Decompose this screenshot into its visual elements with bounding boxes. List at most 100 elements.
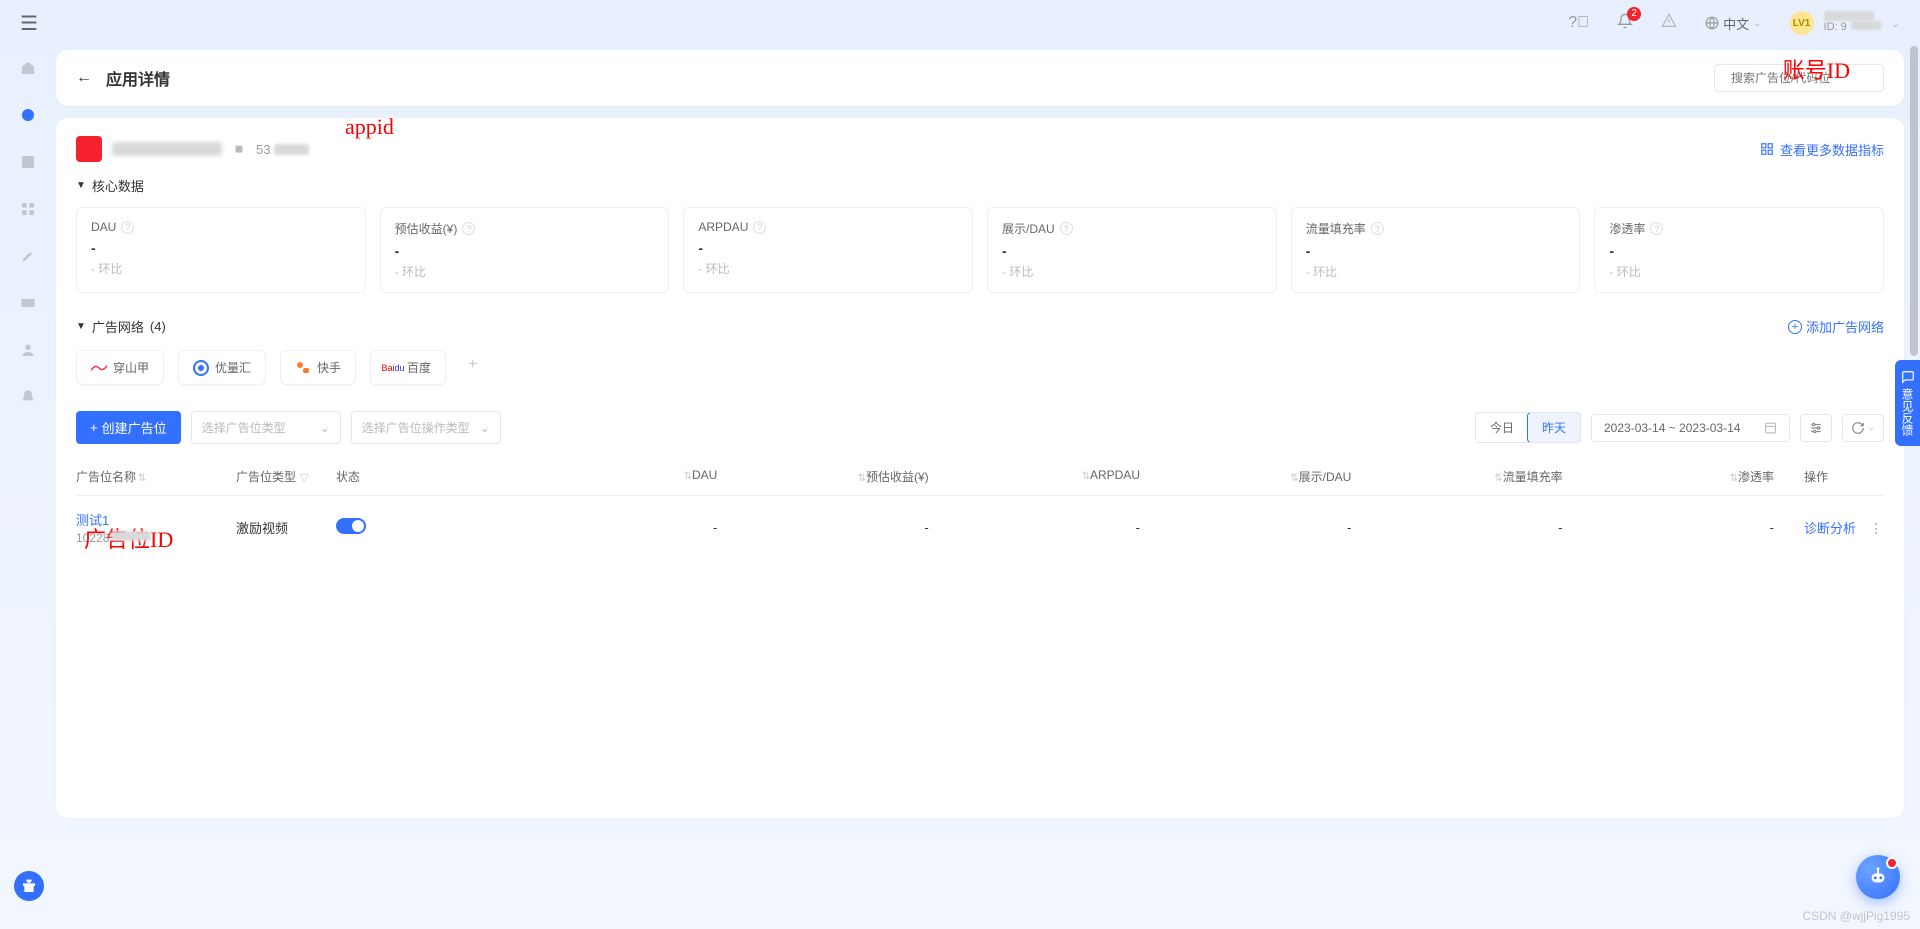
network-chip-pangle[interactable]: 穿山甲 xyxy=(76,350,164,385)
caret-down-icon: ▼ xyxy=(76,180,86,191)
metric-card-fill-rate: 流量填充率? - - 环比 xyxy=(1291,207,1581,293)
warning-icon[interactable] xyxy=(1661,13,1677,34)
help-icon[interactable]: ? xyxy=(1060,222,1073,235)
help-icon[interactable]: ? xyxy=(1371,222,1384,235)
nav-home-icon[interactable] xyxy=(20,60,36,81)
plus-circle-icon: + xyxy=(1788,320,1802,334)
ad-slot-name-link[interactable]: 测试1 xyxy=(76,510,236,529)
nav-user-icon[interactable] xyxy=(20,342,36,363)
nav-brush-icon[interactable] xyxy=(20,248,36,269)
search-box[interactable] xyxy=(1714,64,1884,92)
language-label: 中文 xyxy=(1723,14,1749,33)
metric-card-penetration: 渗透率? - - 环比 xyxy=(1594,207,1884,293)
sort-icon[interactable]: ⇅ xyxy=(684,471,692,482)
back-arrow-icon[interactable]: ← xyxy=(76,69,92,87)
select-op-type[interactable]: 选择广告位操作类型 ⌄ xyxy=(351,411,501,444)
level-badge: LV1 xyxy=(1790,11,1814,35)
nav-bell-icon[interactable] xyxy=(20,389,36,410)
sort-icon[interactable]: ⇅ xyxy=(1494,473,1502,484)
network-chip-baidu[interactable]: Baidu 百度 xyxy=(370,350,446,385)
network-chip-kuaishou[interactable]: 快手 xyxy=(280,350,356,385)
ad-slot-id-prefix: 10228 xyxy=(76,531,109,545)
user-id-prefix: ID: 9 xyxy=(1824,21,1847,34)
app-id-blurred xyxy=(274,144,309,155)
metric-card-arpdau: ARPDAU? - - 环比 xyxy=(683,207,973,293)
metric-card-revenue: 预估收益(¥)? - - 环比 xyxy=(380,207,670,293)
ad-network-count: (4) xyxy=(150,319,166,334)
page-title: 应用详情 xyxy=(106,66,170,90)
language-selector[interactable]: 中文 ⌄ xyxy=(1705,14,1761,33)
user-menu[interactable]: LV1 ID: 9 ⌄ xyxy=(1790,11,1900,35)
user-name-blurred xyxy=(1824,11,1874,21)
more-icon[interactable]: ⋮ xyxy=(1870,521,1883,536)
help-icon[interactable]: ? xyxy=(121,221,134,234)
nav-grid-icon[interactable] xyxy=(20,201,36,222)
gift-button[interactable] xyxy=(14,871,44,901)
sort-icon[interactable]: ⇅ xyxy=(1730,473,1738,484)
core-data-label: 核心数据 xyxy=(92,176,144,195)
refresh-icon-button[interactable]: ⌄ xyxy=(1842,414,1884,442)
app-icon xyxy=(76,136,102,162)
status-toggle[interactable] xyxy=(336,518,366,534)
chatbot-button[interactable] xyxy=(1856,855,1900,899)
core-data-toggle[interactable]: ▼ 核心数据 xyxy=(76,176,1884,195)
chevron-down-icon: ⌄ xyxy=(1753,18,1761,29)
seg-yesterday[interactable]: 昨天 xyxy=(1527,412,1581,443)
network-chip-ylh[interactable]: 优量汇 xyxy=(178,350,266,385)
chevron-down-icon: ⌄ xyxy=(480,421,490,435)
page-header: ← 应用详情 xyxy=(56,50,1904,106)
nav-app-icon[interactable] xyxy=(20,107,36,128)
grid-icon xyxy=(1760,142,1774,156)
add-network-link[interactable]: + 添加广告网络 xyxy=(1788,317,1884,336)
help-icon[interactable]: ? xyxy=(753,221,766,234)
pangle-icon xyxy=(91,360,107,376)
android-icon xyxy=(232,141,246,158)
filter-icon[interactable]: ▽ xyxy=(300,472,308,484)
app-id-prefix: 53 xyxy=(256,142,270,157)
ad-slot-table: 广告位名称⇅ 广告位类型▽ 状态 ⇅DAU ⇅预估收益(¥) ⇅ARPDAU ⇅… xyxy=(76,458,1884,559)
ad-network-toggle[interactable]: ▼ 广告网络 (4) xyxy=(76,317,166,336)
add-network-label: 添加广告网络 xyxy=(1806,317,1884,336)
bell-icon[interactable]: 2 xyxy=(1617,13,1633,34)
date-range-picker[interactable]: 2023-03-14 ~ 2023-03-14 xyxy=(1591,414,1790,442)
metric-card-show-dau: 展示/DAU? - - 环比 xyxy=(987,207,1277,293)
sort-icon[interactable]: ⇅ xyxy=(858,473,866,484)
kuaishou-icon xyxy=(295,360,311,376)
search-input[interactable] xyxy=(1731,71,1886,85)
app-name-blurred xyxy=(112,142,222,156)
create-ad-slot-button[interactable]: + 创建广告位 xyxy=(76,411,181,444)
content-card: 53 查看更多数据指标 ▼ 核心数据 DAU? - - 环比 预估收益(¥)? … xyxy=(56,118,1904,818)
settings-icon-button[interactable] xyxy=(1800,414,1832,442)
left-nav xyxy=(0,46,56,929)
chevron-down-icon: ⌄ xyxy=(320,421,330,435)
view-more-metrics-link[interactable]: 查看更多数据指标 xyxy=(1760,140,1884,159)
sort-icon[interactable]: ⇅ xyxy=(1082,471,1090,482)
notification-badge: 2 xyxy=(1627,7,1641,21)
chevron-down-icon: ⌄ xyxy=(1867,422,1875,433)
ylh-icon xyxy=(193,360,209,376)
diagnose-link[interactable]: 诊断分析 xyxy=(1804,521,1856,536)
ad-network-label: 广告网络 xyxy=(92,317,144,336)
help-icon[interactable]: ? xyxy=(1650,222,1663,235)
ad-slot-type: 激励视频 xyxy=(236,518,336,537)
select-ad-type[interactable]: 选择广告位类型 ⌄ xyxy=(191,411,341,444)
nav-card-icon[interactable] xyxy=(20,295,36,316)
date-segment: 今日 昨天 xyxy=(1475,412,1581,443)
help-icon[interactable]: ?⃝ xyxy=(1568,14,1589,32)
add-chip-icon[interactable]: + xyxy=(460,350,485,385)
sort-icon[interactable]: ⇅ xyxy=(1290,473,1298,484)
seg-today[interactable]: 今日 xyxy=(1476,413,1528,442)
feedback-tab[interactable]: 意见反馈 xyxy=(1895,360,1920,446)
ad-slot-id-blurred xyxy=(111,531,151,541)
plus-icon: + xyxy=(90,420,98,435)
scrollbar[interactable] xyxy=(1910,46,1918,356)
menu-toggle-icon[interactable]: ☰ xyxy=(20,11,38,36)
metric-card-dau: DAU? - - 环比 xyxy=(76,207,366,293)
nav-report-icon[interactable] xyxy=(20,154,36,175)
help-icon[interactable]: ? xyxy=(462,222,475,235)
sort-icon[interactable]: ⇅ xyxy=(138,473,146,484)
user-id-blurred xyxy=(1851,21,1881,30)
metrics-row: DAU? - - 环比 预估收益(¥)? - - 环比 ARPDAU? - - … xyxy=(76,207,1884,293)
watermark: CSDN @wjjPig1995 xyxy=(1802,909,1910,923)
topbar: ☰ ?⃝ 2 中文 ⌄ LV1 ID: 9 ⌄ xyxy=(0,0,1920,46)
